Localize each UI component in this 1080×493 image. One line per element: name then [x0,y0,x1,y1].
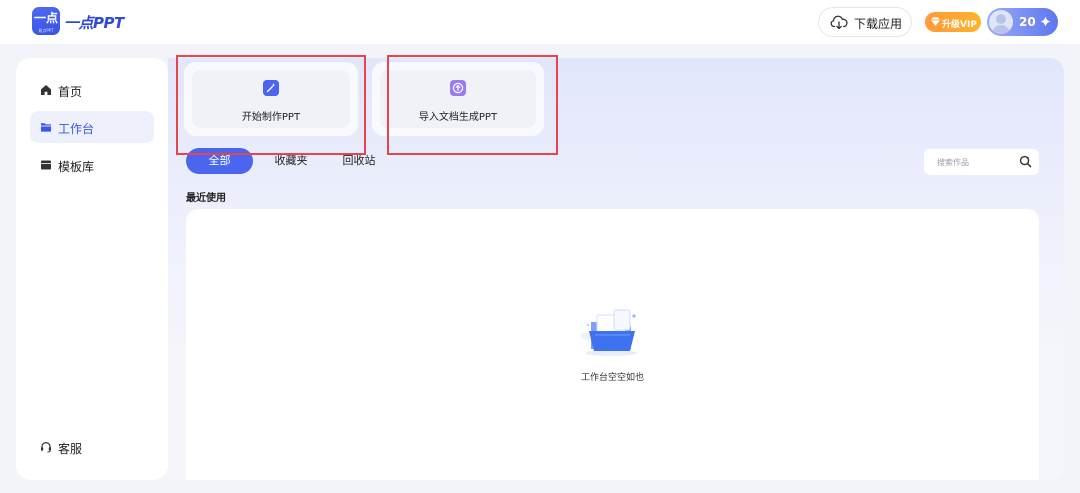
highlight-box-start [176,55,366,155]
sparkle-icon [1040,16,1051,27]
sidebar: 首页 工作台 模板库 客服 [16,58,168,480]
highlight-box-import [387,55,558,155]
sidebar-item-customer-service[interactable]: 客服 [30,431,154,463]
empty-folder-icon [581,309,637,356]
folder-icon [41,123,51,132]
recent-section-title: 最近使用 [186,193,226,204]
headset-icon [41,442,51,453]
sidebar-item-label: 模板库 [58,160,95,174]
top-bar: 一点 易点PPT 一点PPT 下载应用 升级VIP 20 [0,0,1080,44]
logo-mark-text: 一点 [33,11,58,25]
avatar[interactable] [989,10,1013,34]
sidebar-item-home[interactable]: 首页 [30,74,154,106]
points-count: 20 [1019,15,1036,29]
search-placeholder: 搜索作品 [937,158,969,167]
logo-sub-text: 易点PPT [38,28,54,33]
upgrade-vip-button[interactable]: 升级VIP [925,12,981,32]
sidebar-item-label: 首页 [58,85,83,99]
cloud-download-icon [830,15,848,30]
search-icon[interactable] [1019,155,1032,168]
sidebar-item-label: 工作台 [58,122,95,136]
brand-name[interactable]: 一点PPT [64,12,124,33]
search-input[interactable]: 搜索作品 [924,149,1039,175]
sidebar-item-label: 客服 [58,442,83,456]
logo-icon[interactable]: 一点 易点PPT [32,7,60,35]
download-app-button[interactable]: 下载应用 [818,7,912,37]
empty-state-text: 工作台空空如也 [580,373,644,383]
download-app-label: 下载应用 [854,17,903,31]
template-icon [41,160,51,170]
sidebar-item-templates[interactable]: 模板库 [30,149,154,181]
recent-files-panel: 工作台空空如也 [186,209,1039,480]
sidebar-item-workspace[interactable]: 工作台 [30,111,154,143]
user-account-pill[interactable]: 20 [987,8,1058,36]
diamond-icon [930,17,941,26]
upgrade-vip-label: 升级VIP [942,20,977,30]
home-icon [41,85,51,95]
